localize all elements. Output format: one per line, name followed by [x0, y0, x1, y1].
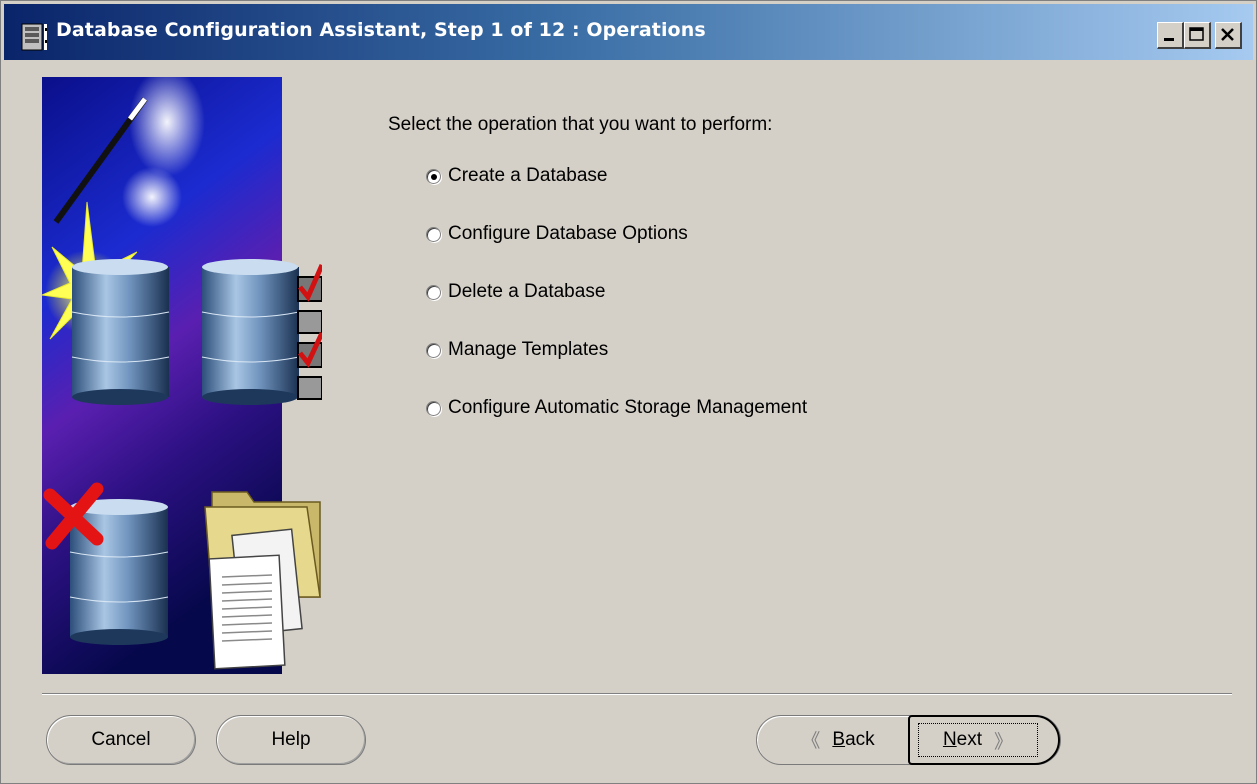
footer-divider	[42, 693, 1232, 695]
option-create-database[interactable]: Create a Database	[426, 163, 608, 189]
chevron-left-icon: 《	[801, 731, 821, 752]
next-label: Next	[942, 729, 983, 750]
option-delete-database[interactable]: Delete a Database	[426, 279, 605, 305]
radio-create-database[interactable]	[426, 168, 441, 184]
option-configure-asm[interactable]: Configure Automatic Storage Management	[426, 395, 807, 421]
chevron-right-icon: 》	[994, 731, 1014, 753]
navigation-button-group: 《 Back Next 》	[756, 715, 1061, 765]
wizard-illustration	[42, 77, 322, 674]
option-label: Delete a Database	[448, 281, 606, 302]
option-label: Configure Automatic Storage Management	[448, 397, 808, 418]
next-button[interactable]: Next 》	[908, 715, 1060, 765]
radio-delete-database[interactable]	[426, 284, 441, 300]
option-label: Create a Database	[448, 165, 608, 186]
operation-prompt: Select the operation that you want to pe…	[388, 114, 773, 135]
title-bar[interactable]: Database Configuration Assistant, Step 1…	[4, 4, 1253, 60]
minimize-button[interactable]	[1157, 22, 1184, 49]
help-label: Help	[271, 729, 311, 750]
close-button[interactable]	[1215, 22, 1242, 49]
minimize-icon	[1164, 38, 1174, 41]
close-icon	[1221, 28, 1234, 41]
database-app-icon	[21, 23, 47, 51]
option-manage-templates[interactable]: Manage Templates	[426, 337, 608, 363]
dbca-window: Database Configuration Assistant, Step 1…	[0, 0, 1257, 784]
back-label: Back	[832, 728, 875, 750]
help-button[interactable]: Help	[216, 715, 366, 765]
window-title: Database Configuration Assistant, Step 1…	[56, 19, 706, 41]
option-label: Configure Database Options	[448, 223, 688, 244]
back-button[interactable]: 《 Back	[757, 716, 907, 763]
cancel-label: Cancel	[91, 729, 151, 750]
cancel-button[interactable]: Cancel	[46, 715, 196, 765]
option-label: Manage Templates	[448, 339, 609, 360]
radio-configure-database-options[interactable]	[426, 226, 441, 242]
radio-manage-templates[interactable]	[426, 342, 441, 358]
option-configure-database-options[interactable]: Configure Database Options	[426, 221, 688, 247]
maximize-icon	[1189, 27, 1204, 41]
maximize-button[interactable]	[1184, 22, 1211, 49]
radio-configure-asm[interactable]	[426, 400, 441, 416]
